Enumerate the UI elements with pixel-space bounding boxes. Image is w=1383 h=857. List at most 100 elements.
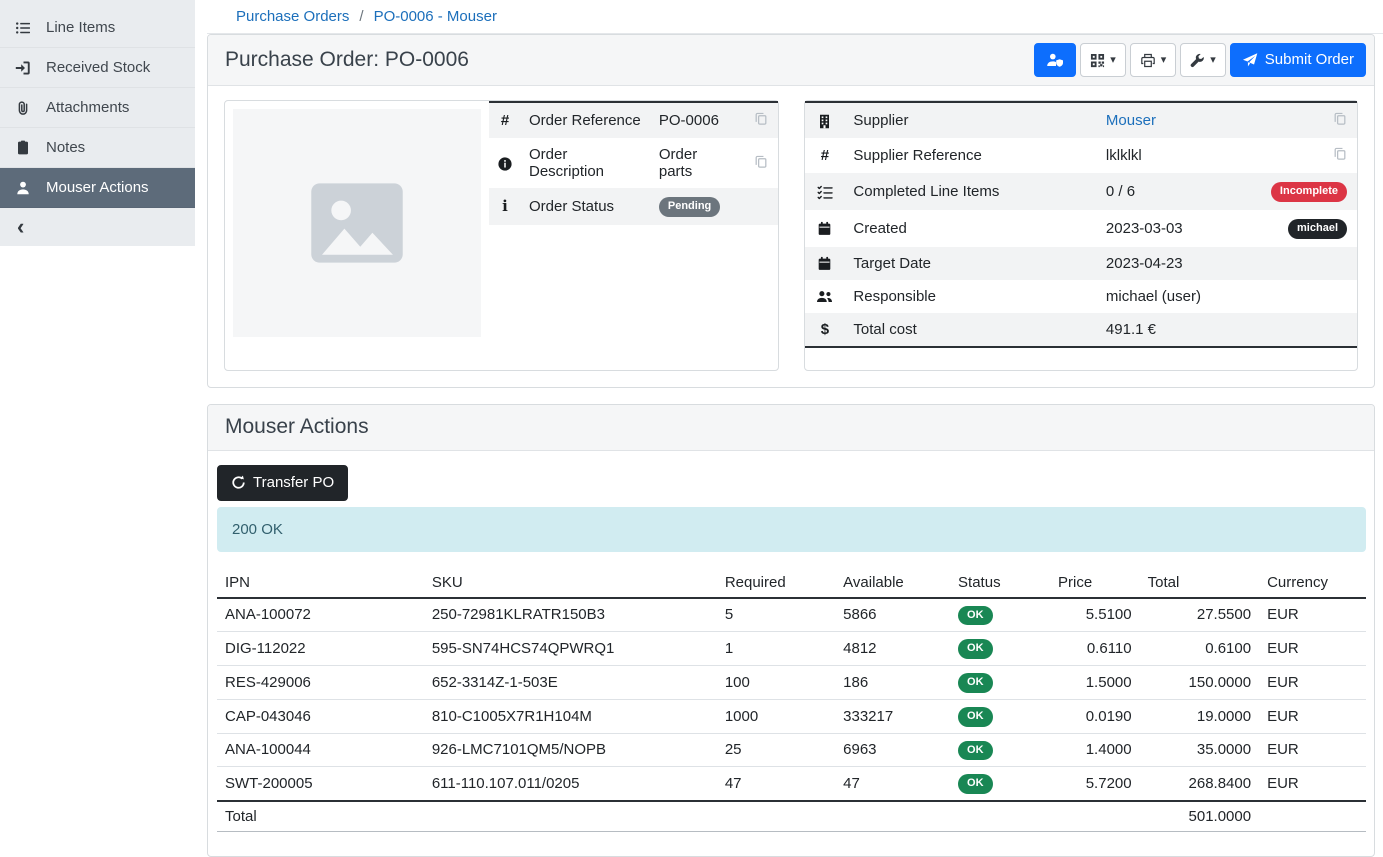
mouser-actions-body: Transfer PO 200 OK IPNSKURequiredAvailab…: [208, 451, 1374, 857]
detail-label: Order Status: [521, 188, 651, 225]
submit-order-label: Submit Order: [1265, 51, 1354, 69]
detail-row-target-date: Target Date 2023-04-23: [805, 247, 1358, 280]
printer-icon: [1140, 51, 1156, 69]
sidebar-item-label: Notes: [46, 139, 85, 156]
detail-value: 2023-04-23: [1106, 255, 1183, 272]
page-title: Purchase Order: PO-0006: [225, 48, 469, 72]
sidebar-item-label: Received Stock: [46, 59, 150, 76]
cell-currency: EUR: [1259, 598, 1366, 632]
part-image-placeholder[interactable]: [233, 109, 481, 337]
cell-price: 1.5000: [1050, 666, 1140, 700]
cell-available: 6963: [835, 733, 950, 767]
breadcrumb-link-purchase-orders[interactable]: Purchase Orders: [236, 8, 349, 25]
order-details-card: #Order ReferencePO-0006Order Description…: [224, 100, 779, 371]
cell-total: 35.0000: [1140, 733, 1259, 767]
copy-icon[interactable]: [1333, 111, 1347, 126]
column-header-status[interactable]: Status: [950, 568, 1050, 598]
building-icon: [817, 112, 832, 129]
detail-value: michael (user): [1106, 288, 1201, 305]
column-header-currency[interactable]: Currency: [1259, 568, 1366, 598]
cell-currency: EUR: [1259, 666, 1366, 700]
status-badge-ok: OK: [958, 741, 993, 761]
detail-row-order-status: iOrder StatusPending: [489, 188, 778, 225]
line-item-row-ana-100072: ANA-100072250-72981KLRATR150B355866OK5.5…: [217, 598, 1366, 632]
sidebar-collapse-button[interactable]: ‹: [0, 208, 195, 246]
cell-required: 5: [717, 598, 835, 632]
mouser-actions-panel-heading: Mouser Actions: [208, 405, 1374, 451]
app-root: Line Items Received Stock Attachments Notes…: [0, 0, 1383, 857]
cell-ipn: ANA-100072: [217, 598, 424, 632]
column-header-available[interactable]: Available: [835, 568, 950, 598]
detail-label: Supplier: [845, 102, 1098, 138]
sidebar-item-attachments[interactable]: Attachments: [0, 88, 195, 128]
panel-title: Mouser Actions: [225, 415, 369, 439]
line-item-row-swt-200005: SWT-200005611-110.107.011/02054747OK5.72…: [217, 767, 1366, 801]
copy-icon[interactable]: [754, 111, 768, 126]
sidebar-item-label: Line Items: [46, 19, 115, 36]
sidebar-item-mouser-actions[interactable]: Mouser Actions: [0, 168, 195, 208]
cell-price: 1.4000: [1050, 733, 1140, 767]
column-header-price[interactable]: Price: [1050, 568, 1140, 598]
refresh-icon: [231, 474, 246, 492]
copy-icon[interactable]: [754, 154, 768, 169]
detail-label: Created: [845, 210, 1098, 247]
submit-order-button[interactable]: Submit Order: [1230, 43, 1366, 77]
cell-price: 5.5100: [1050, 598, 1140, 632]
po-toolbar: ▾ ▾ ▾ Submit Order: [1034, 43, 1366, 77]
sidebar: Line Items Received Stock Attachments Notes…: [0, 0, 195, 246]
received-icon: [14, 60, 32, 76]
sidebar-item-received-stock[interactable]: Received Stock: [0, 48, 195, 88]
transfer-po-button[interactable]: Transfer PO: [217, 465, 348, 501]
image-icon: [301, 167, 413, 279]
cell-currency: EUR: [1259, 733, 1366, 767]
cell-required: 25: [717, 733, 835, 767]
column-header-required[interactable]: Required: [717, 568, 835, 598]
status-badge-ok: OK: [958, 707, 993, 727]
detail-link[interactable]: Mouser: [1106, 112, 1156, 129]
cell-sku: 611-110.107.011/0205: [424, 767, 717, 801]
list-icon: [14, 20, 32, 36]
column-header-sku[interactable]: SKU: [424, 568, 717, 598]
column-header-ipn[interactable]: IPN: [217, 568, 424, 598]
detail-row-completed-line-items: Completed Line Items0 / 6Incomplete: [805, 173, 1358, 210]
sidebar-item-line-items[interactable]: Line Items: [0, 8, 195, 48]
caret-down-icon: ▾: [1110, 55, 1116, 66]
breadcrumb-link-current-po[interactable]: PO-0006 - Mouser: [374, 8, 497, 25]
detail-label: Target Date: [845, 247, 1098, 280]
cell-ipn: ANA-100044: [217, 733, 424, 767]
user-shield-icon: [1046, 51, 1064, 69]
barcode-dropdown-button[interactable]: ▾: [1080, 43, 1126, 77]
line-item-row-cap-043046: CAP-043046810-C1005X7R1H104M1000333217OK…: [217, 699, 1366, 733]
status-badge: michael: [1288, 219, 1347, 239]
sidebar-item-label: Attachments: [46, 99, 129, 116]
mouser-actions-panel: Mouser Actions Transfer PO 200 OK IPNSKU…: [207, 404, 1375, 857]
copy-icon[interactable]: [1333, 146, 1347, 161]
cell-price: 0.6110: [1050, 632, 1140, 666]
calendar-icon: [817, 255, 832, 272]
cell-price: 0.0190: [1050, 699, 1140, 733]
detail-row-created: Created 2023-03-03 michael: [805, 210, 1358, 247]
detail-label: Total cost: [845, 313, 1098, 347]
user-icon: [14, 180, 32, 196]
table-header-row: IPNSKURequiredAvailableStatusPriceTotalC…: [217, 568, 1366, 598]
cell-required: 100: [717, 666, 835, 700]
chevron-left-icon: ‹: [17, 214, 24, 240]
column-header-total[interactable]: Total: [1140, 568, 1259, 598]
caret-down-icon: ▾: [1210, 55, 1216, 66]
po-details: #Order ReferencePO-0006Order Description…: [208, 86, 1374, 387]
detail-label: Supplier Reference: [845, 138, 1098, 173]
line-item-row-res-429006: RES-429006652-3314Z-1-503E100186OK1.5000…: [217, 666, 1366, 700]
options-dropdown-button[interactable]: ▾: [1180, 43, 1226, 77]
cell-available: 47: [835, 767, 950, 801]
print-dropdown-button[interactable]: ▾: [1130, 43, 1177, 77]
cell-required: 47: [717, 767, 835, 801]
cell-required: 1000: [717, 699, 835, 733]
detail-value: 2023-03-03: [1106, 220, 1183, 237]
status-badge-ok: OK: [958, 606, 993, 626]
sidebar-item-notes[interactable]: Notes: [0, 128, 195, 168]
list-check-icon: [817, 183, 833, 200]
detail-value: 491.1 €: [1106, 321, 1156, 338]
detail-label: Completed Line Items: [845, 173, 1098, 210]
admin-button[interactable]: [1034, 43, 1076, 77]
supplier-details-table: SupplierMouser#Supplier Referencelklklkl…: [805, 101, 1358, 348]
